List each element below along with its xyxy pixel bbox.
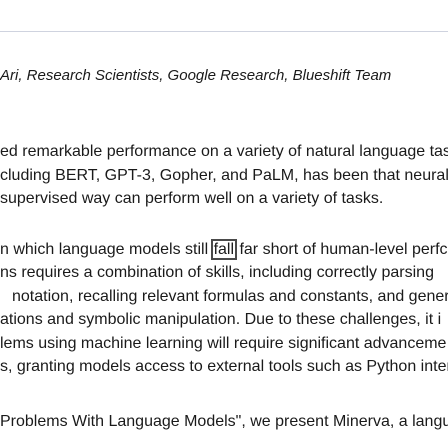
paragraph-2-line-3: notation, recalling relevant formulas an… xyxy=(12,288,448,305)
paragraph-1-line-3: supervised way can perform well on a var… xyxy=(0,190,384,207)
paragraph-1-line-1: ed remarkable performance on a variety o… xyxy=(0,143,448,160)
paragraph-3-line-1: Problems With Language Models", we prese… xyxy=(0,413,448,430)
paragraph-2-line-5: lems using machine learning will require… xyxy=(0,335,447,352)
paragraph-2-line-1-end: far short of human-level perfc xyxy=(235,241,448,258)
article-viewport: Ari, Research Scientists, Google Researc… xyxy=(0,0,448,448)
bottom-edge xyxy=(0,432,448,448)
selected-word-fall[interactable]: fall xyxy=(210,239,238,260)
header-divider xyxy=(0,31,448,32)
paragraph-2-line-1: n which language models still fall far s… xyxy=(0,239,448,260)
paragraph-1-line-2: cluding BERT, GPT-3, Gopher, and PaLM, h… xyxy=(0,167,448,184)
paragraph-2-line-6: s, granting models access to external to… xyxy=(0,358,448,375)
paragraph-2-line-1-start: n which language models still xyxy=(0,241,213,258)
paragraph-2-line-4: ations and symbolic manipulation. Due to… xyxy=(0,311,442,328)
author-byline: Ari, Research Scientists, Google Researc… xyxy=(0,67,392,84)
paragraph-2-line-2: ns requires a combination of skills, inc… xyxy=(0,264,434,281)
